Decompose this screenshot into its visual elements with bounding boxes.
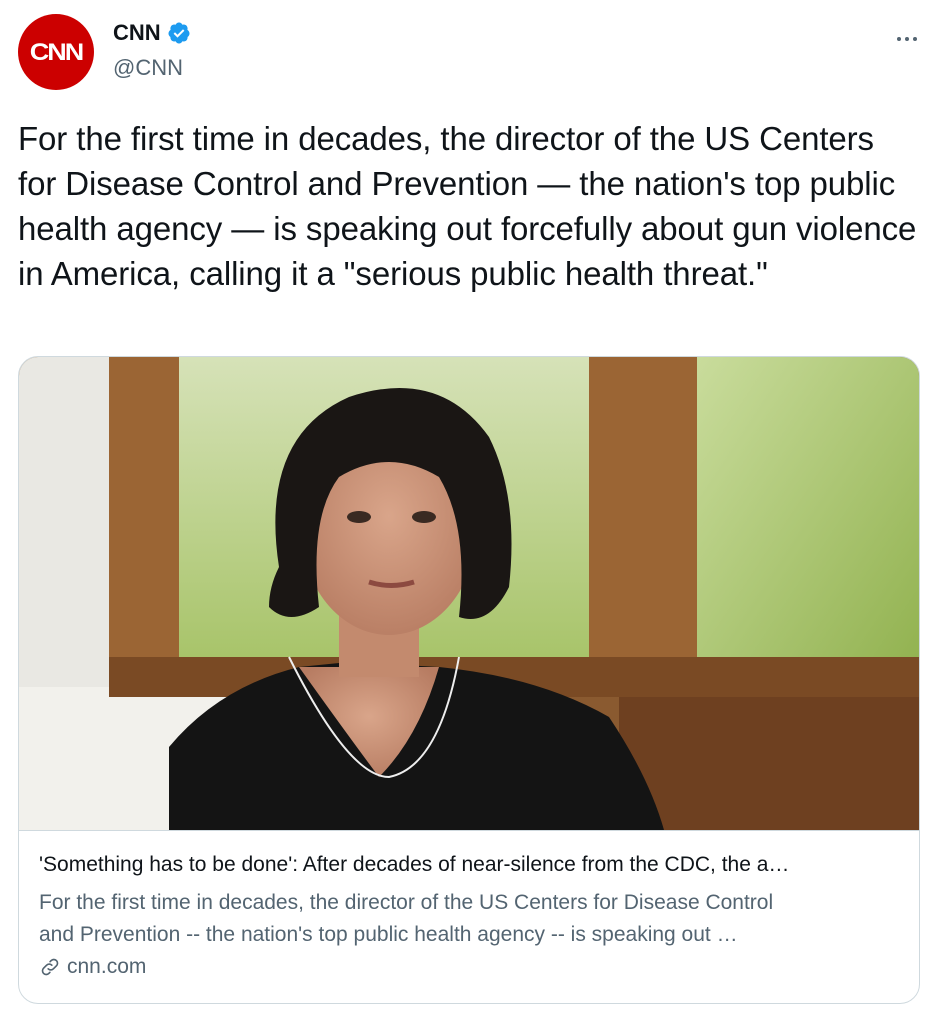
- card-domain: cnn.com: [39, 955, 146, 979]
- link-icon: [41, 958, 59, 976]
- author-handle[interactable]: @CNN: [113, 55, 183, 81]
- tweet-text: For the first time in decades, the direc…: [18, 120, 917, 292]
- article-photo: [19, 357, 919, 830]
- display-name[interactable]: CNN: [113, 20, 161, 46]
- author-name-row: CNN: [113, 20, 191, 46]
- card-description-line: and Prevention -- the nation's top publi…: [39, 923, 738, 946]
- more-horizontal-icon: [895, 28, 919, 46]
- more-options-button[interactable]: [892, 22, 922, 52]
- card-title: 'Something has to be done': After decade…: [39, 853, 790, 876]
- link-preview-card[interactable]: 'Something has to be done': After decade…: [18, 356, 920, 1004]
- card-domain-text: cnn.com: [67, 955, 147, 978]
- card-description-line: For the first time in decades, the direc…: [39, 891, 774, 914]
- verified-badge-icon: [168, 22, 190, 44]
- avatar-logo-text: CNN: [29, 38, 84, 66]
- card-divider: [19, 830, 919, 831]
- card-description: For the first time in decades, the direc…: [39, 887, 899, 951]
- avatar[interactable]: CNN: [18, 14, 94, 90]
